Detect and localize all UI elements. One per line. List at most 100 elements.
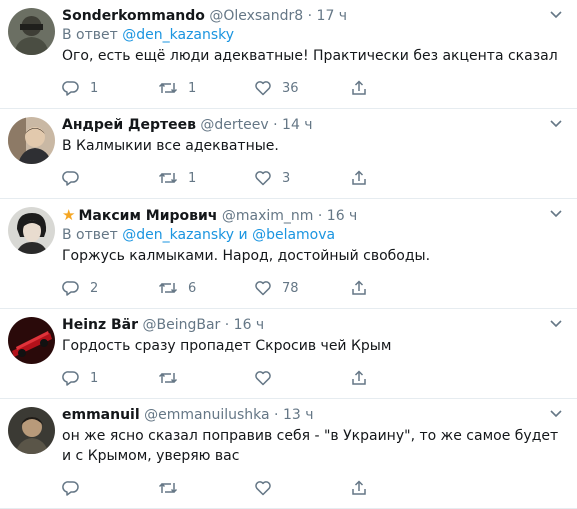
timestamp[interactable]: 17 ч — [317, 8, 348, 24]
separator: · — [307, 8, 313, 24]
tweet-text: Горжусь калмыками. Народ, достойный своб… — [62, 248, 431, 264]
reply-button[interactable]: 1 — [62, 79, 158, 97]
tweet-header: Heinz Bär @BeingBar · 16 ч — [62, 315, 565, 335]
avatar[interactable] — [8, 317, 55, 364]
like-button[interactable]: 78 — [254, 279, 350, 297]
share-button[interactable] — [350, 479, 368, 497]
chevron-down-icon[interactable] — [547, 315, 565, 333]
user-handle[interactable]: @emmanuilushka — [144, 407, 269, 423]
reply-button[interactable] — [62, 479, 158, 497]
reply-icon — [62, 81, 79, 96]
share-button[interactable] — [350, 279, 368, 297]
tweet[interactable]: Андрей Дертеев @derteev · 14 ч В Калмыки… — [0, 109, 577, 199]
mention-link[interactable]: @belamova — [252, 227, 335, 243]
separator: · — [274, 407, 279, 423]
reply-icon — [62, 281, 79, 296]
mention-link[interactable]: @den_kazansky — [122, 27, 234, 43]
like-count: 36 — [282, 80, 299, 96]
retweet-count: 1 — [188, 80, 197, 96]
heart-icon — [255, 371, 271, 386]
reply-icon — [62, 481, 79, 496]
heart-icon — [255, 171, 271, 186]
separator: · — [224, 317, 230, 333]
tweet[interactable]: emmanuil @emmanuilushka · 13 ч он же ясн… — [0, 399, 577, 509]
tweet-header: Андрей Дертеев @derteev · 14 ч — [62, 115, 565, 135]
retweet-button[interactable] — [158, 369, 254, 387]
reply-prefix: В ответ — [62, 227, 118, 243]
replies-feed: Sonderkommando @Olexsandr8 · 17 ч В отве… — [0, 0, 577, 509]
like-button[interactable] — [254, 479, 350, 497]
reply-button[interactable] — [62, 169, 158, 187]
tweet[interactable]: Sonderkommando @Olexsandr8 · 17 ч В отве… — [0, 0, 577, 109]
heart-icon — [255, 281, 271, 296]
reply-context: В ответ @den_kazansky и @belamova — [62, 226, 565, 245]
retweet-button[interactable]: 6 — [158, 279, 254, 297]
avatar[interactable] — [8, 207, 55, 254]
display-name[interactable]: emmanuil — [62, 407, 140, 423]
chevron-down-icon[interactable] — [547, 405, 565, 423]
display-name[interactable]: Sonderkommando — [62, 8, 205, 24]
timestamp[interactable]: 13 ч — [283, 407, 314, 423]
tweet-text: Гордость сразу пропадет Скросив чей Крым — [62, 338, 392, 354]
heart-icon — [255, 81, 271, 96]
avatar[interactable] — [8, 8, 55, 55]
chevron-down-icon[interactable] — [547, 6, 565, 24]
share-icon — [352, 370, 366, 385]
share-icon — [352, 280, 366, 295]
tweet-actions: 2 6 78 — [62, 274, 565, 302]
display-name[interactable]: Андрей Дертеев — [62, 117, 196, 133]
retweet-icon — [158, 482, 178, 494]
share-button[interactable] — [350, 169, 368, 187]
like-button[interactable]: 3 — [254, 169, 350, 187]
tweet-text: В Калмыкии все адекватные. — [62, 138, 279, 154]
chevron-down-icon[interactable] — [547, 115, 565, 133]
tweet[interactable]: ★ Максим Мирович @maxim_nm · 16 ч В ответ… — [0, 199, 577, 309]
reply-prefix: В ответ — [62, 27, 118, 43]
display-name[interactable]: Максим Мирович — [78, 208, 217, 224]
user-handle[interactable]: @maxim_nm — [222, 208, 314, 224]
retweet-button[interactable]: 1 — [158, 169, 254, 187]
separator: · — [317, 208, 323, 224]
like-button[interactable]: 36 — [254, 79, 350, 97]
timestamp[interactable]: 14 ч — [282, 117, 313, 133]
tweet-actions: 1 1 36 — [62, 74, 565, 102]
tweet-actions: 1 — [62, 364, 565, 392]
avatar[interactable] — [8, 117, 55, 164]
reply-conjunction: и — [238, 227, 248, 243]
chevron-down-icon[interactable] — [547, 205, 565, 223]
retweet-icon — [158, 82, 178, 94]
user-handle[interactable]: @Olexsandr8 — [209, 8, 303, 24]
user-handle[interactable]: @derteev — [200, 117, 268, 133]
separator: · — [273, 117, 278, 133]
like-count: 3 — [282, 170, 291, 186]
share-icon — [352, 170, 366, 185]
retweet-count: 6 — [188, 280, 197, 296]
retweet-button[interactable]: 1 — [158, 79, 254, 97]
tweet-header: ★ Максим Мирович @maxim_nm · 16 ч — [62, 205, 565, 226]
reply-count: 2 — [90, 280, 99, 296]
share-button[interactable] — [350, 369, 368, 387]
retweet-button[interactable] — [158, 479, 254, 497]
retweet-icon — [158, 372, 178, 384]
like-button[interactable] — [254, 369, 350, 387]
reply-button[interactable]: 2 — [62, 279, 158, 297]
reply-context: В ответ @den_kazansky — [62, 26, 565, 45]
mention-link[interactable]: @den_kazansky — [122, 227, 234, 243]
timestamp[interactable]: 16 ч — [234, 317, 265, 333]
display-name[interactable]: Heinz Bär — [62, 317, 138, 333]
reply-icon — [62, 371, 79, 386]
tweet-text: Ого, есть ещё люди адекватные! Практичес… — [62, 48, 558, 64]
reply-button[interactable]: 1 — [62, 369, 158, 387]
reply-count: 1 — [90, 370, 99, 386]
star-icon: ★ — [62, 206, 76, 224]
tweet-actions: 1 3 — [62, 164, 565, 192]
timestamp[interactable]: 16 ч — [327, 208, 358, 224]
tweet[interactable]: Heinz Bär @BeingBar · 16 ч Гордость сраз… — [0, 309, 577, 399]
share-button[interactable] — [350, 79, 368, 97]
retweet-count: 1 — [188, 170, 197, 186]
reply-icon — [62, 171, 79, 186]
like-count: 78 — [282, 280, 299, 296]
user-handle[interactable]: @BeingBar — [142, 317, 220, 333]
retweet-icon — [158, 172, 178, 184]
avatar[interactable] — [8, 407, 55, 454]
